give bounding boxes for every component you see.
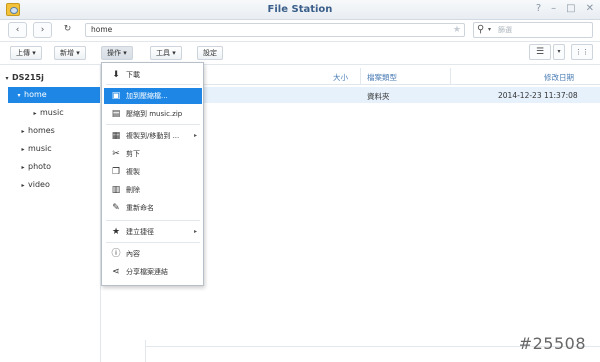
menu-item-properties[interactable]: ⓘ 內容 [104, 246, 202, 262]
menu-item-cut[interactable]: ✂ 剪下 [104, 146, 202, 162]
star-icon: ★ [111, 227, 121, 237]
columns-icon: ⋮⋮ [575, 48, 589, 56]
scissors-icon: ✂ [112, 149, 120, 159]
menu-item-rename[interactable]: ✎ 重新命名 [104, 200, 202, 216]
trash-icon: ▥ [111, 185, 121, 195]
download-icon: ⬇ [112, 70, 120, 80]
settings-button[interactable]: 設定 [197, 46, 223, 60]
chevron-left-icon: ‹ [15, 25, 20, 35]
menu-item-compress-zip[interactable]: ▤ 壓縮到 music.zip [104, 106, 202, 122]
chevron-down-icon: ▾ [557, 48, 561, 55]
menu-item-copy-move-to[interactable]: ▦ 複製到/移動到 ... ▸ [104, 128, 202, 144]
menu-divider [106, 242, 200, 243]
forward-button[interactable]: › [33, 22, 52, 38]
divider [0, 41, 600, 42]
action-button[interactable]: 操作 ▾ [101, 46, 133, 60]
column-header-modified[interactable]: 修改日期 [544, 72, 574, 83]
search-input[interactable]: ⚲ ▾ 篩選 [473, 22, 593, 38]
submenu-arrow-icon: ▸ [193, 132, 197, 139]
collapsed-arrow-icon: ▸ [33, 110, 37, 117]
copy-icon: ❐ [111, 167, 121, 177]
tree-item-home-music[interactable]: ▸ music [30, 105, 63, 121]
upload-button[interactable]: 上傳 ▾ [10, 46, 42, 60]
menu-item-share-link[interactable]: ⋖ 分享檔案連結 [104, 264, 202, 280]
chevron-down-icon[interactable]: ▾ [488, 23, 491, 37]
help-icon[interactable]: ? [536, 3, 541, 15]
expanded-arrow-icon: ▾ [17, 92, 21, 99]
close-icon[interactable]: ✕ [586, 3, 594, 15]
tree-item-video[interactable]: ▸ video [18, 177, 49, 193]
collapsed-arrow-icon: ▸ [21, 146, 25, 153]
tree-item-homes[interactable]: ▸ homes [18, 123, 54, 139]
minimize-icon[interactable]: – [551, 3, 556, 15]
tree-root[interactable]: ▾ DS215j [0, 70, 100, 86]
archive-icon: ▣ [111, 91, 121, 101]
window-title: File Station [267, 4, 333, 15]
current-path: home [91, 25, 113, 34]
copy-move-icon: ▦ [111, 131, 121, 141]
title-bar: File Station ? – □ ✕ [0, 0, 600, 20]
menu-item-download[interactable]: ⬇ 下載 [104, 67, 202, 83]
menu-item-create-shortcut[interactable]: ★ 建立捷徑 ▸ [104, 224, 202, 240]
tree-item-music[interactable]: ▸ music [18, 141, 51, 157]
create-button[interactable]: 新增 ▾ [54, 46, 86, 60]
divider [0, 64, 600, 65]
list-view-button[interactable]: ☰ [529, 44, 551, 60]
column-header-size[interactable]: 大小 [333, 72, 348, 83]
menu-item-delete[interactable]: ▥ 刪除 [104, 182, 202, 198]
menu-divider [106, 220, 200, 221]
menu-divider [106, 124, 200, 125]
chevron-right-icon: › [40, 25, 45, 35]
refresh-button[interactable]: ↻ [58, 22, 77, 38]
search-icon: ⚲ [477, 24, 485, 35]
watermark: #25508 [518, 334, 586, 353]
row-modified: 2014-12-23 11:37:08 [498, 91, 578, 100]
back-button[interactable]: ‹ [8, 22, 27, 38]
tree-item-photo[interactable]: ▸ photo [18, 159, 51, 175]
column-divider [360, 68, 361, 84]
search-placeholder: 篩選 [498, 26, 512, 34]
tree-item-home[interactable]: ▾ home [8, 87, 100, 103]
maximize-icon[interactable]: □ [566, 3, 575, 15]
favorite-star-icon[interactable]: ★ [453, 24, 461, 36]
collapsed-arrow-icon: ▸ [21, 128, 25, 135]
row-type: 資料夾 [367, 92, 390, 101]
submenu-arrow-icon: ▸ [193, 228, 197, 235]
expanded-arrow-icon: ▾ [5, 75, 9, 82]
view-options-button[interactable]: ▾ [553, 44, 565, 60]
refresh-icon: ↻ [63, 24, 72, 34]
menu-item-copy[interactable]: ❐ 複製 [104, 164, 202, 180]
pencil-icon: ✎ [112, 203, 120, 213]
collapsed-arrow-icon: ▸ [21, 182, 25, 189]
list-icon: ☰ [535, 47, 545, 57]
share-icon: ⋖ [112, 267, 120, 277]
menu-item-add-to-archive[interactable]: ▣ 加到壓縮檔... [104, 88, 202, 104]
header-divider [145, 84, 600, 85]
column-view-button[interactable]: ⋮⋮ [571, 44, 593, 60]
info-icon: ⓘ [111, 249, 121, 259]
context-menu: ⬇ 下載 ▣ 加到壓縮檔... ▤ 壓縮到 music.zip ▦ 複製到/移動… [101, 62, 204, 286]
zip-icon: ▤ [111, 109, 121, 119]
window-controls: ? – □ ✕ [536, 3, 594, 15]
collapsed-arrow-icon: ▸ [21, 164, 25, 171]
column-divider [450, 68, 451, 84]
column-header-type[interactable]: 檔案類型 [367, 72, 397, 83]
menu-divider [106, 84, 200, 85]
tools-button[interactable]: 工具 ▾ [150, 46, 182, 60]
status-divider-vertical [145, 340, 146, 362]
path-bar[interactable]: home ★ [85, 23, 465, 37]
